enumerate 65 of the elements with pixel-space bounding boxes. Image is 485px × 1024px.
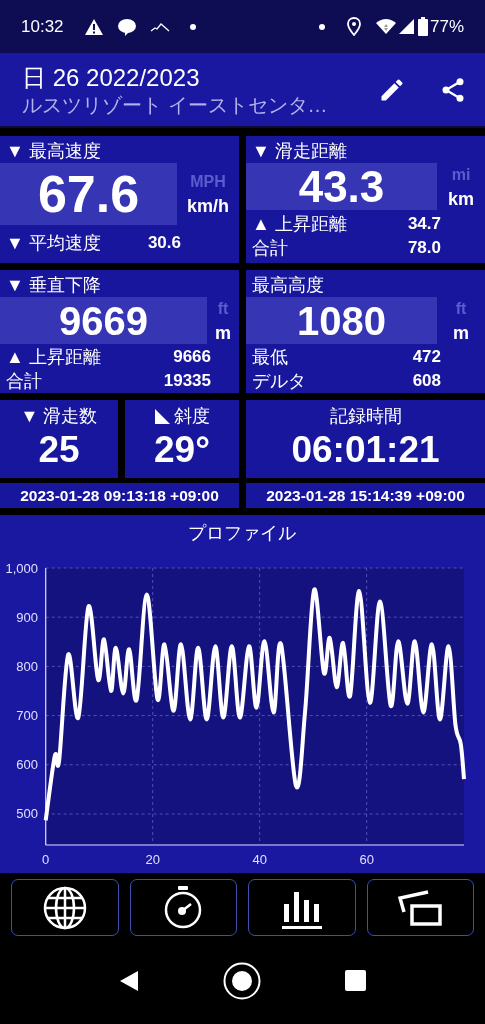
panel-title: ▼ 垂直下降 — [5, 274, 102, 297]
axis-tick-label: 600 — [16, 757, 38, 773]
toolbar-button[interactable] — [11, 879, 119, 936]
stat-label: 最低 — [252, 346, 289, 369]
axis-tick-label: 900 — [16, 609, 38, 625]
timestamp: 2023-01-28 09:13:18 +09:00 — [0, 483, 239, 508]
stat-value: 43.3 — [246, 163, 437, 210]
toolbar-button[interactable] — [248, 879, 356, 936]
wifi-icon — [374, 18, 397, 35]
back-icon[interactable] — [119, 969, 139, 992]
stat-value: 29° — [154, 428, 210, 472]
axis-tick-label: 800 — [16, 658, 38, 674]
stat-value: 67.6 — [0, 163, 177, 225]
stat-value: 9666 — [173, 346, 211, 368]
notification-dot-icon — [189, 23, 196, 30]
chat-bubble-icon — [116, 17, 137, 36]
stat-value: 9669 — [0, 297, 207, 344]
stat-label: 合計 — [252, 236, 289, 260]
panel-title: 最高高度 — [251, 274, 325, 297]
unit-option[interactable]: m — [453, 321, 469, 345]
notification-dot-icon — [318, 23, 325, 30]
axis-tick-label: 700 — [16, 708, 38, 724]
chart-title: プロファイル — [188, 523, 296, 543]
toolbar-button[interactable] — [366, 879, 474, 936]
axis-tick-label: 40 — [252, 852, 267, 867]
panel-title: ▼ 滑走距離 — [251, 140, 348, 163]
stat-label: デルタ — [252, 370, 307, 393]
stat-label: ▲ 上昇距離 — [252, 212, 348, 236]
signal-icon — [397, 18, 415, 35]
stat-value: 30.6 — [147, 231, 181, 254]
stat-value: 06:01:21 — [291, 428, 440, 472]
session-title: 日 26 2022/2023 — [22, 62, 201, 93]
stat-label: ▲ 上昇距離 — [6, 346, 102, 369]
axis-tick-label: 20 — [145, 852, 160, 867]
clock-time: 10:32 — [21, 15, 64, 38]
stat-value: 472 — [412, 346, 441, 368]
toolbar-button[interactable] — [129, 879, 237, 936]
stat-value: 1080 — [246, 297, 437, 344]
stat-value: 25 — [38, 428, 80, 472]
axis-tick-label: 60 — [359, 852, 374, 867]
unit-option[interactable]: m — [215, 321, 231, 345]
axis-tick-label: 0 — [42, 852, 50, 867]
timestamp: 2023-01-28 15:14:39 +09:00 — [246, 483, 485, 508]
axis-tick-label: 500 — [16, 806, 38, 822]
stat-label: 合計 — [6, 370, 43, 393]
stat-value: 78.0 — [407, 236, 441, 259]
stat-value: 608 — [412, 370, 441, 392]
stat-value: 34.7 — [407, 212, 441, 235]
unit-option[interactable]: km — [448, 187, 474, 211]
slope-icon — [154, 407, 171, 425]
axis-tick-label: 1,000 — [5, 560, 38, 576]
globe-icon — [42, 885, 87, 930]
battery-level: 77% — [429, 15, 464, 38]
unit-option[interactable]: km/h — [187, 194, 229, 218]
stat-value: 19335 — [163, 370, 211, 392]
panel-title: ▼ 最高速度 — [5, 140, 102, 163]
panel-title: 記録時間 — [329, 405, 402, 427]
panel-title: 斜度 — [174, 405, 210, 427]
panel-title: ▼ 滑走数 — [20, 405, 98, 427]
stat-label: ▼ 平均速度 — [6, 231, 102, 255]
home-icon[interactable] — [223, 961, 261, 1000]
battery-icon — [417, 17, 428, 36]
resort-name: ルスツリゾート イーストセンタ… — [22, 92, 329, 117]
location-icon — [346, 17, 361, 36]
warning-icon — [83, 17, 104, 36]
